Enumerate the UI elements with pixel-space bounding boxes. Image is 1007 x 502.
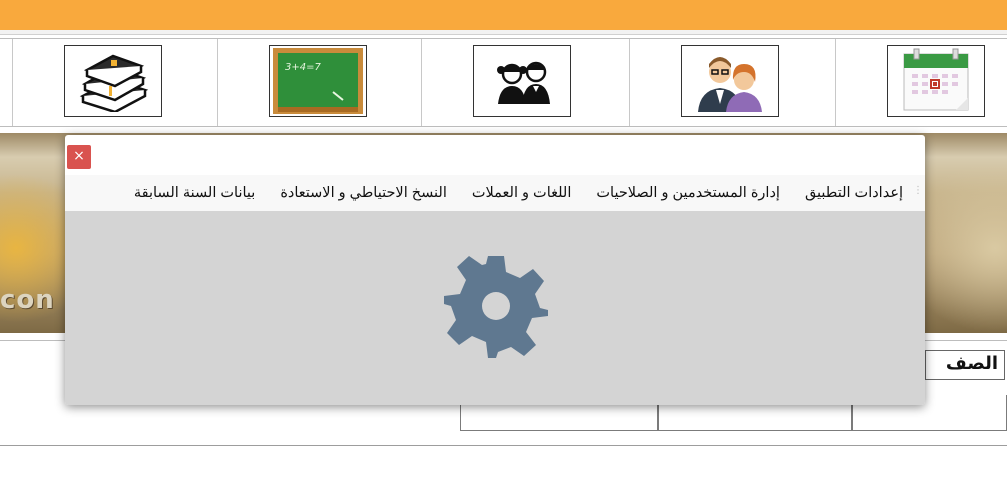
menu-handle-icon: ⋮ xyxy=(913,185,923,196)
menu-app-settings[interactable]: إعدادات التطبيق xyxy=(805,185,903,201)
toolbar-cell xyxy=(629,39,836,126)
math-tile-button[interactable]: 3+4=7 xyxy=(269,45,367,117)
toolbar-cell: 3+4=7 xyxy=(217,39,422,126)
settings-dialog: × إعدادات التطبيق إدارة المستخدمين و الص… xyxy=(65,135,925,405)
calendar-tile-button[interactable] xyxy=(887,45,985,117)
menu-previous-year-data[interactable]: بيانات السنة السابقة xyxy=(134,185,255,201)
top-accent-bar xyxy=(0,0,1007,30)
grade-header-label: الصف xyxy=(945,353,998,374)
teachers-tile-button[interactable] xyxy=(681,45,779,117)
books-tile-button[interactable] xyxy=(64,45,162,117)
chalkboard-icon: 3+4=7 xyxy=(273,48,363,114)
menu-backup-restore[interactable]: النسخ الاحتياطي و الاستعادة xyxy=(280,185,447,201)
settings-menu: إعدادات التطبيق إدارة المستخدمين و الصلا… xyxy=(65,175,925,211)
chalk-text: 3+4=7 xyxy=(285,62,321,73)
teachers-icon xyxy=(698,57,762,112)
menu-users-permissions[interactable]: إدارة المستخدمين و الصلاحيات xyxy=(596,185,780,201)
books-icon xyxy=(79,54,149,112)
students-icon xyxy=(497,61,550,104)
grade-header-box: الصف xyxy=(925,350,1005,380)
toolbar-cell xyxy=(12,39,218,126)
toolbar-cell xyxy=(835,39,1007,126)
banner-text: con xyxy=(0,285,55,315)
gear-icon xyxy=(444,256,548,358)
calendar-icon xyxy=(903,48,969,111)
students-tile-button[interactable] xyxy=(473,45,571,117)
icon-toolbar: 3+4=7 xyxy=(0,38,1007,127)
menu-languages-currencies[interactable]: اللغات و العملات xyxy=(472,185,572,201)
close-button[interactable]: × xyxy=(67,145,91,169)
dialog-body xyxy=(65,211,925,405)
toolbar-cell xyxy=(421,39,630,126)
top-divider xyxy=(0,30,1007,35)
